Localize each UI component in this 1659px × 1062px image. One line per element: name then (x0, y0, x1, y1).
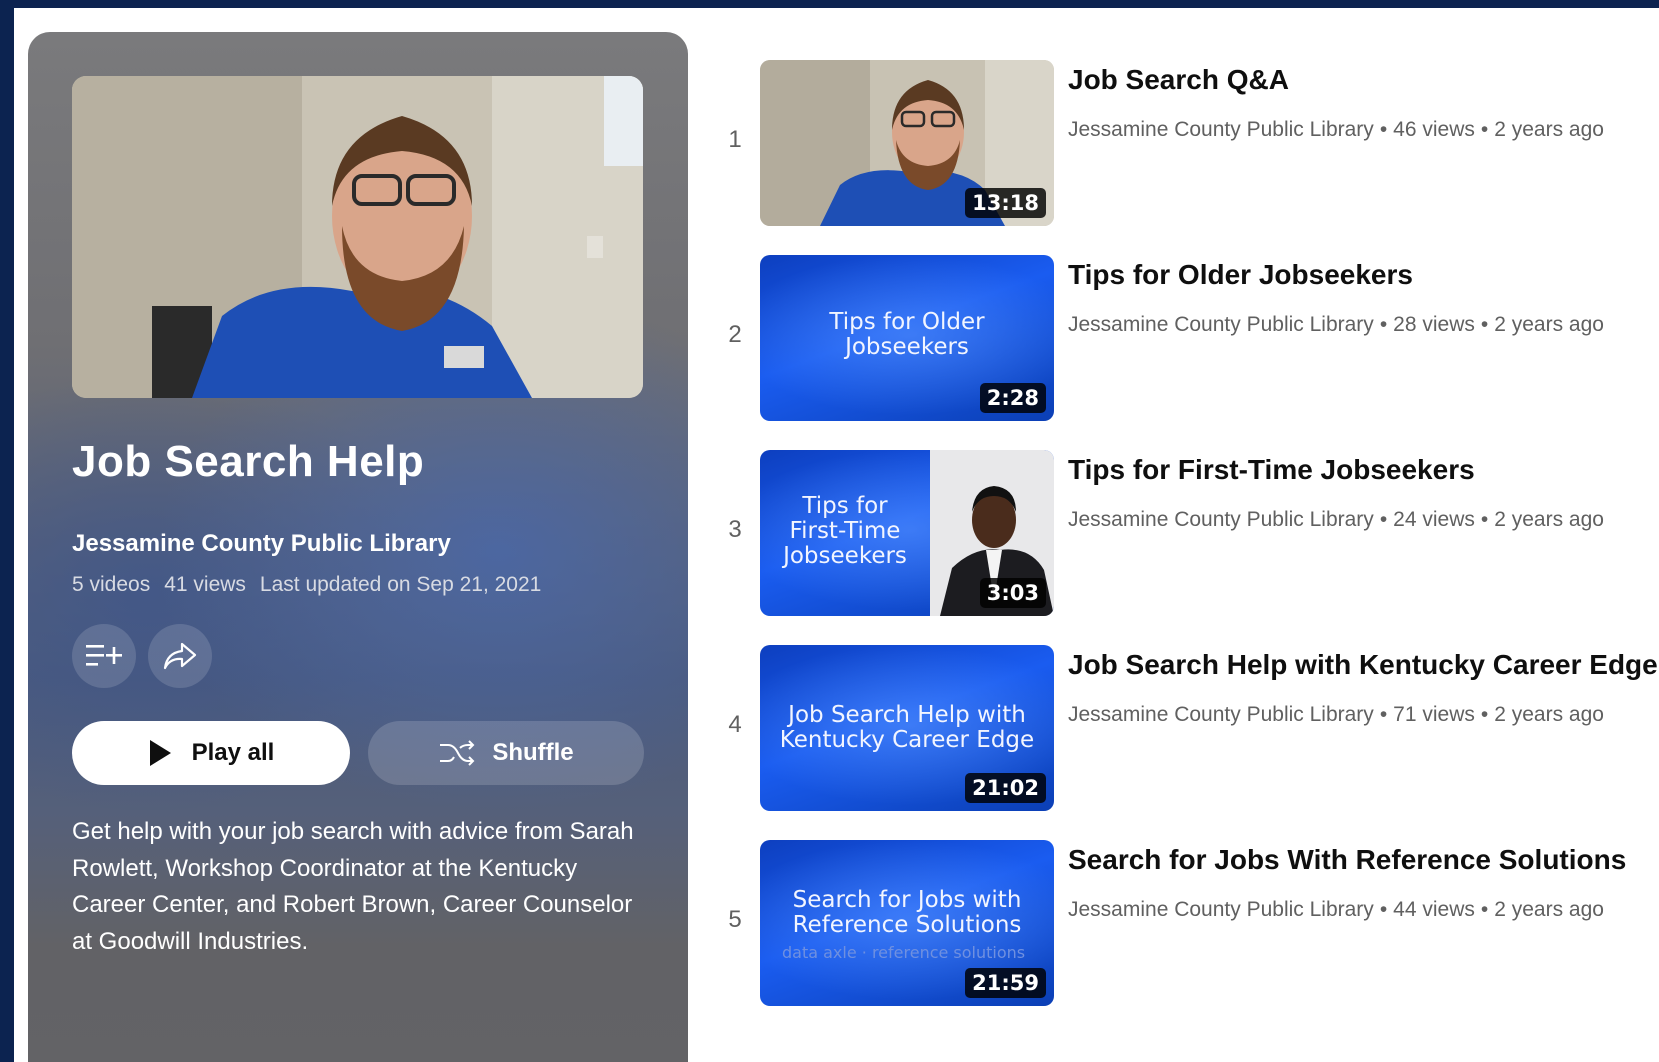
playlist-video-count: 5 videos (72, 573, 151, 596)
video-metadata: Jessamine County Public Library • 44 views… (1068, 898, 1604, 922)
video-thumbnail[interactable]: Job Search Help with Kentucky Career Edg… (760, 645, 1054, 811)
video-age: 2 years ago (1494, 703, 1604, 726)
share-button[interactable] (148, 624, 212, 688)
video-duration: 3:03 (979, 578, 1046, 608)
video-title[interactable]: Tips for Older Jobseekers (1068, 259, 1413, 291)
video-title[interactable]: Job Search Help with Kentucky Career Edg… (1068, 649, 1658, 681)
playlist-title: Job Search Help (72, 437, 425, 486)
playlist-video-item[interactable]: 4 Job Search Help with Kentucky Career E… (700, 645, 1658, 811)
video-duration: 21:02 (965, 773, 1046, 803)
thumbnail-caption-line: Job Search Help with (788, 702, 1026, 728)
video-channel-link[interactable]: Jessamine County Public Library (1068, 898, 1374, 921)
video-index: 2 (728, 321, 742, 348)
play-icon (149, 740, 171, 766)
video-age: 2 years ago (1494, 118, 1604, 141)
shuffle-button[interactable]: Shuffle (368, 721, 644, 785)
video-metadata: Jessamine County Public Library • 24 views… (1068, 508, 1604, 532)
playlist-video-item[interactable]: 2 Tips for Older Jobseekers 2:28 Tips fo… (700, 255, 1650, 421)
video-views: 44 views (1393, 898, 1475, 921)
video-channel-link[interactable]: Jessamine County Public Library (1068, 313, 1374, 336)
thumbnail-caption-line: Jobseekers (783, 543, 907, 569)
thumbnail-caption: Job Search Help with Kentucky Career Edg… (760, 703, 1054, 753)
playlist-video-item[interactable]: 3 Tips for First-Time Jobseekers 3:03 Ti… (700, 450, 1650, 616)
thumbnail-caption-line: First-Time (789, 518, 901, 544)
video-thumbnail[interactable]: Search for Jobs with Reference Solutions… (760, 840, 1054, 1006)
share-icon (163, 642, 197, 670)
playlist-video-item[interactable]: 5 Search for Jobs with Reference Solutio… (700, 840, 1650, 1006)
video-age: 2 years ago (1494, 313, 1604, 336)
video-channel-link[interactable]: Jessamine County Public Library (1068, 508, 1374, 531)
thumbnail-caption-line: Kentucky Career Edge (779, 727, 1035, 753)
separator-dot: • (1480, 118, 1489, 141)
video-metadata: Jessamine County Public Library • 71 views… (1068, 703, 1604, 727)
thumbnail-caption-line: Jobseekers (845, 334, 969, 360)
video-duration: 2:28 (979, 383, 1046, 413)
video-age: 2 years ago (1494, 898, 1604, 921)
video-channel-link[interactable]: Jessamine County Public Library (1068, 118, 1374, 141)
video-views: 24 views (1393, 508, 1475, 531)
video-index: 1 (728, 126, 742, 153)
video-thumbnail[interactable]: Tips for Older Jobseekers 2:28 (760, 255, 1054, 421)
thumbnail-caption: Tips for First-Time Jobseekers (760, 494, 930, 569)
thumbnail-caption: Tips for Older Jobseekers (760, 310, 1054, 360)
video-index: 3 (728, 516, 742, 543)
separator-dot: • (1480, 898, 1489, 921)
thumbnail-caption-line: Search for Jobs with (792, 887, 1022, 913)
playlist-last-updated: Last updated on Sep 21, 2021 (259, 573, 542, 596)
playlist-thumbnail[interactable] (72, 76, 643, 398)
thumbnail-caption-line: Reference Solutions (792, 912, 1022, 938)
video-title[interactable]: Job Search Q&A (1068, 64, 1289, 96)
separator-dot: • (1480, 703, 1489, 726)
playlist-video-item[interactable]: 1 13:18 Job Search Q&A Jessamine County … (700, 60, 1650, 226)
window-frame-top (0, 0, 1659, 8)
add-to-library-icon (86, 645, 122, 666)
save-playlist-button[interactable] (72, 624, 136, 688)
video-views: 46 views (1393, 118, 1475, 141)
playlist-stats: 5 videos 41 views Last updated on Sep 21… (72, 573, 541, 597)
video-index: 5 (728, 906, 742, 933)
play-all-label: Play all (191, 739, 275, 766)
video-duration: 21:59 (965, 968, 1046, 998)
thumbnail-caption: Search for Jobs with Reference Solutions (760, 888, 1054, 938)
thumbnail-logo-text: data axle · reference solutions (782, 943, 1026, 962)
video-index: 4 (728, 711, 742, 738)
presenter-photo (72, 76, 643, 398)
playlist-description: Get help with your job search with advic… (72, 818, 634, 955)
video-channel-link[interactable]: Jessamine County Public Library (1068, 703, 1374, 726)
video-metadata: Jessamine County Public Library • 28 views… (1068, 313, 1604, 337)
thumbnail-caption-line: Tips for Older (829, 309, 985, 335)
separator-dot: • (1379, 118, 1388, 141)
shuffle-icon (440, 740, 475, 766)
separator-dot: • (1379, 313, 1388, 336)
play-all-button[interactable]: Play all (72, 721, 350, 785)
separator-dot: • (1379, 703, 1388, 726)
video-thumbnail[interactable]: 13:18 (760, 60, 1054, 226)
shuffle-label: Shuffle (492, 739, 574, 766)
separator-dot: • (1379, 898, 1388, 921)
separator-dot: • (1379, 508, 1388, 531)
thumbnail-caption-line: Tips for (802, 493, 888, 519)
playlist-channel-link[interactable]: Jessamine County Public Library (72, 530, 451, 558)
video-title[interactable]: Search for Jobs With Reference Solutions (1068, 844, 1626, 876)
video-age: 2 years ago (1494, 508, 1604, 531)
video-metadata: Jessamine County Public Library • 46 views… (1068, 118, 1604, 142)
video-views: 71 views (1393, 703, 1475, 726)
playlist-view-count: 41 views (164, 573, 246, 596)
video-views: 28 views (1393, 313, 1475, 336)
video-title[interactable]: Tips for First-Time Jobseekers (1068, 454, 1475, 486)
video-duration: 13:18 (965, 188, 1046, 218)
window-frame-left (0, 0, 14, 1062)
separator-dot: • (1480, 313, 1489, 336)
video-thumbnail[interactable]: Tips for First-Time Jobseekers 3:03 (760, 450, 1054, 616)
separator-dot: • (1480, 508, 1489, 531)
playlist-header-panel: Job Search Help Jessamine County Public … (28, 32, 688, 1062)
